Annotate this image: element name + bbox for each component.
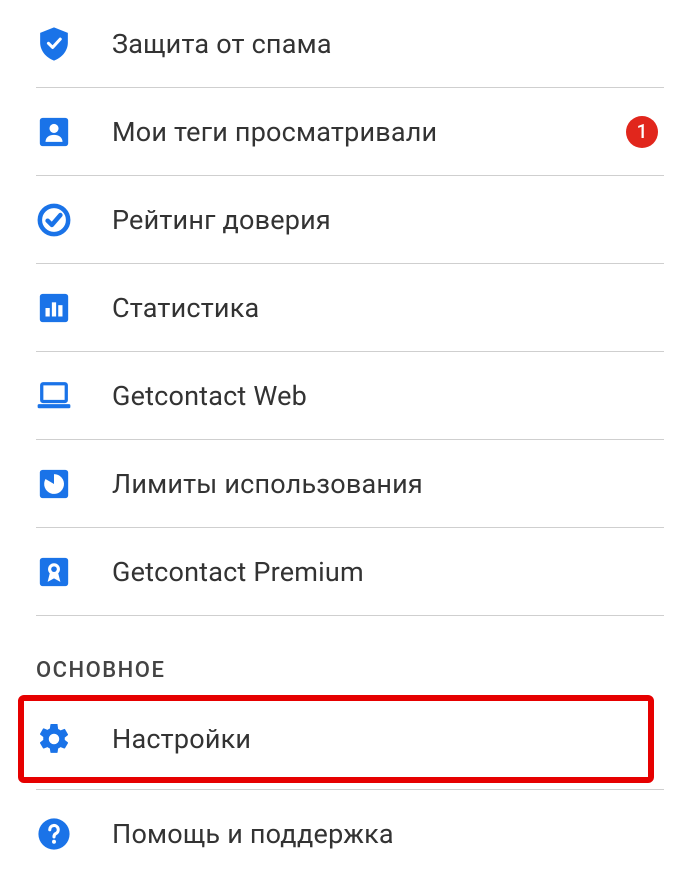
menu-item-label: Лимиты использования [112,468,664,500]
menu-item-premium[interactable]: Getcontact Premium [36,528,664,616]
section-title-main: ОСНОВНОЕ [36,638,664,693]
help-icon [36,816,72,852]
menu-item-label: Getcontact Web [112,380,664,412]
menu-item-statistics[interactable]: Статистика [36,264,664,352]
pie-chart-icon [36,466,72,502]
menu-item-settings[interactable]: Настройки [36,701,636,777]
gear-icon [36,721,72,757]
menu-item-trust-rating[interactable]: Рейтинг доверия [36,176,664,264]
menu-item-label: Настройки [112,723,636,755]
person-card-icon [36,114,72,150]
settings-menu-screen: Защита от спама Мои теги просматривали 1 [0,0,700,818]
menu-item-label: Мои теги просматривали [112,116,626,148]
laptop-icon [36,378,72,414]
check-circle-icon [36,202,72,238]
menu-item-help-support[interactable]: Помощь и поддержка [36,789,664,877]
menu-item-tags-viewed[interactable]: Мои теги просматривали 1 [36,88,664,176]
shield-check-icon [36,26,72,62]
menu-item-label: Getcontact Premium [112,556,664,588]
menu-item-getcontact-web[interactable]: Getcontact Web [36,352,664,440]
menu-item-label: Статистика [112,292,664,324]
menu-item-label: Помощь и поддержка [112,818,664,850]
menu-item-label: Защита от спама [112,28,664,60]
highlight-box: Настройки [18,695,654,783]
section-gap [36,616,664,638]
menu-item-label: Рейтинг доверия [112,204,664,236]
bar-chart-icon [36,290,72,326]
menu-list: Защита от спама Мои теги просматривали 1 [0,0,700,877]
menu-item-spam-protection[interactable]: Защита от спама [36,0,664,88]
medal-icon [36,554,72,590]
menu-item-usage-limits[interactable]: Лимиты использования [36,440,664,528]
notification-badge: 1 [626,116,658,148]
